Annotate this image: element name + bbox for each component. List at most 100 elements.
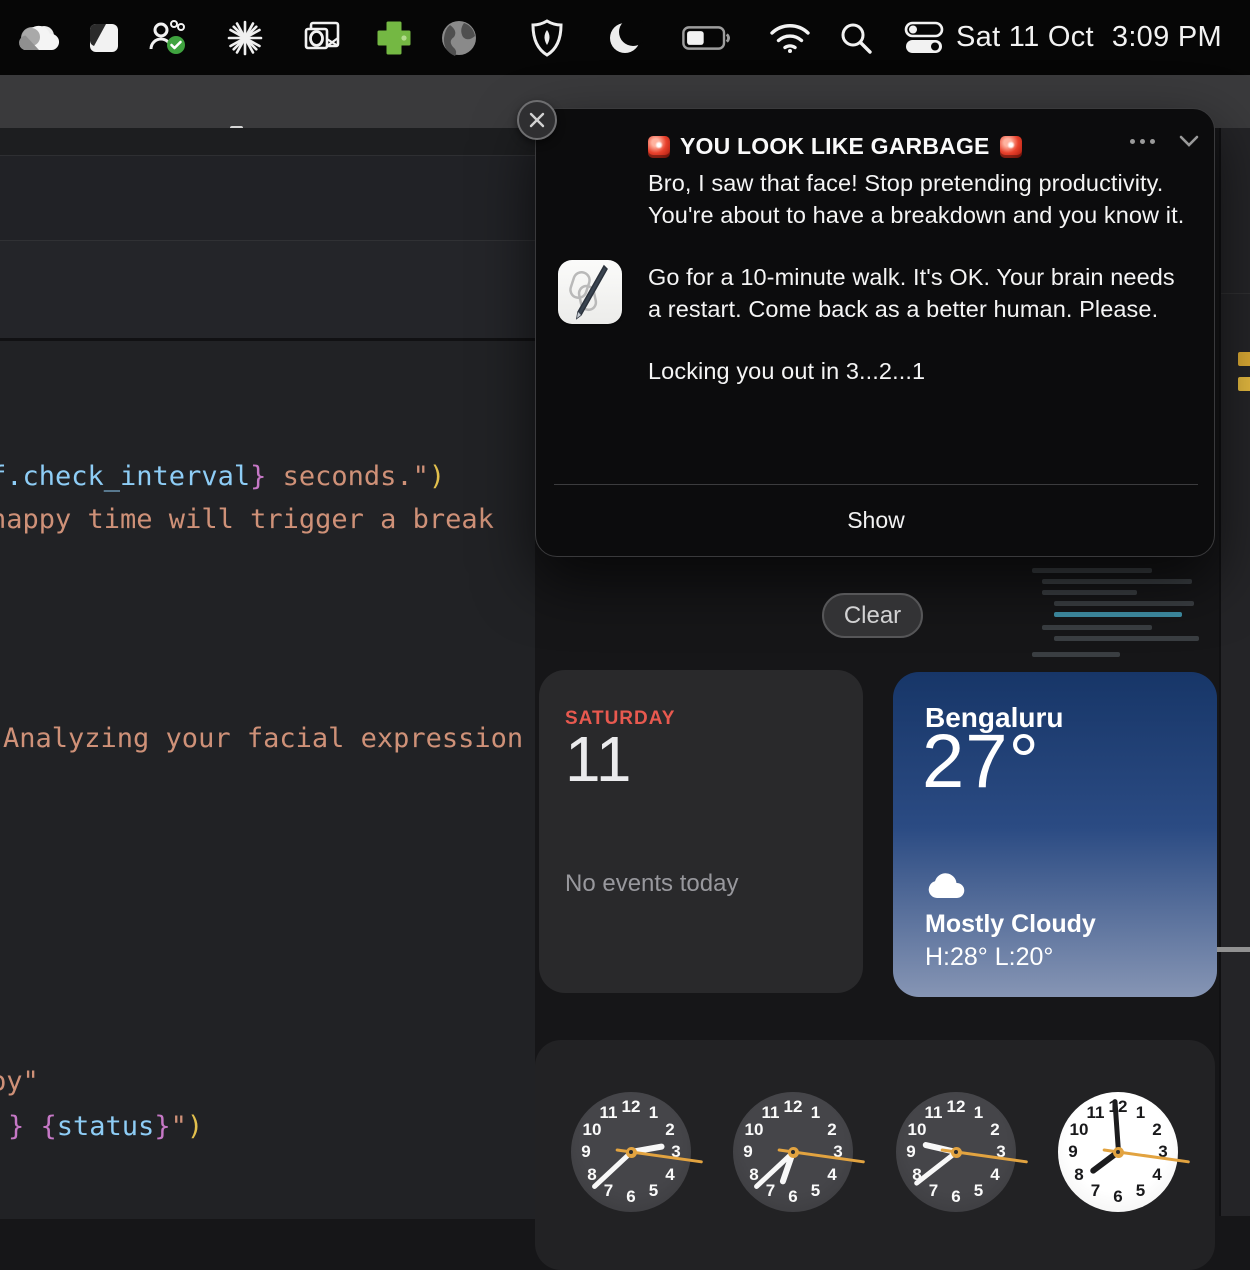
clock-numeral: 5 (649, 1181, 658, 1201)
clock-pivot (788, 1147, 799, 1158)
menu-bar-clock[interactable]: Sat 11 Oct 3:09 PM (956, 0, 1222, 75)
calendar-events-status: No events today (565, 870, 738, 898)
code-line: } {status}") (8, 1112, 203, 1142)
control-center-icon[interactable] (900, 0, 948, 75)
clock-numeral: 2 (1152, 1120, 1161, 1140)
app-notification-icon (558, 260, 622, 324)
mail-icon[interactable] (298, 0, 346, 75)
clock-numeral: 4 (1152, 1165, 1161, 1185)
clock-numeral: 9 (581, 1142, 590, 1162)
minimap-marker (1238, 352, 1250, 366)
chevron-down-icon[interactable] (1178, 133, 1200, 149)
show-button[interactable]: Show (536, 485, 1216, 555)
clock-numeral: 2 (827, 1120, 836, 1140)
clock-numeral: 4 (827, 1165, 836, 1185)
siren-emoji-icon (1000, 136, 1022, 158)
notification-paragraph: Go for a 10-minute walk. It's OK. Your b… (648, 261, 1193, 325)
clear-button-label: Clear (844, 602, 901, 630)
weather-high-low: H:28° L:20° (925, 943, 1053, 972)
clock-numeral: 1 (974, 1103, 983, 1123)
clock-numeral: 6 (788, 1187, 797, 1207)
clock-pivot (1113, 1147, 1124, 1158)
analog-clock: 123456789101112 (1058, 1092, 1178, 1212)
clock-numeral: 7 (929, 1181, 938, 1201)
code-editor-pane: f.check_interval} seconds.") happy time w… (0, 128, 535, 1216)
world-clock-widget[interactable]: 1234567891011121234567891011121234567891… (535, 1040, 1215, 1270)
menu-bar-date: Sat 11 Oct (956, 21, 1094, 54)
clock-numeral: 5 (974, 1181, 983, 1201)
shield-icon[interactable] (523, 0, 571, 75)
clock-numeral: 11 (925, 1103, 943, 1123)
clock-numeral: 11 (1087, 1103, 1105, 1123)
clock-numeral: 9 (906, 1142, 915, 1162)
clear-button[interactable]: Clear (822, 593, 923, 638)
clock-numeral: 9 (743, 1142, 752, 1162)
analog-clock: 123456789101112 (571, 1092, 691, 1212)
notification-paragraph: Bro, I saw that face! Stop pretending pr… (648, 167, 1193, 231)
clock-pivot (951, 1147, 962, 1158)
clock-numeral: 12 (947, 1097, 966, 1117)
code-line: py" (0, 1067, 39, 1097)
globe-icon[interactable] (435, 0, 483, 75)
code-line: Analyzing your facial expression (3, 724, 523, 754)
menu-bar: Sat 11 Oct 3:09 PM (0, 0, 1250, 75)
clock-numeral: 6 (626, 1187, 635, 1207)
calendar-widget[interactable]: SATURDAY 11 No events today (539, 670, 863, 993)
notification-title-row: YOU LOOK LIKE GARBAGE (648, 133, 1022, 160)
starburst-icon[interactable] (221, 0, 269, 75)
minimap-marker (1238, 377, 1250, 391)
clock-numeral: 1 (649, 1103, 658, 1123)
divider (1221, 293, 1250, 294)
clock-numeral: 12 (622, 1097, 641, 1117)
account-status-icon[interactable] (143, 0, 191, 75)
code-line: f.check_interval} seconds.") (0, 462, 445, 492)
clock-numeral: 4 (665, 1165, 674, 1185)
onedrive-cloud-icon[interactable] (15, 0, 63, 75)
search-icon[interactable] (832, 0, 880, 75)
calendar-day: 11 (565, 722, 631, 796)
editor-band (0, 240, 535, 339)
editor-band (0, 128, 535, 155)
clock-numeral: 11 (600, 1103, 618, 1123)
editor-minimap-strip (1219, 128, 1250, 1216)
app-tile-icon[interactable] (80, 0, 128, 75)
clock-numeral: 2 (665, 1120, 674, 1140)
clock-numeral: 7 (604, 1181, 613, 1201)
more-options-icon[interactable] (1130, 139, 1155, 144)
clock-numeral: 4 (990, 1165, 999, 1185)
clock-numeral: 6 (951, 1187, 960, 1207)
weather-temperature: 27° (922, 718, 1040, 805)
battery-icon[interactable] (682, 0, 730, 75)
health-plus-icon[interactable] (370, 0, 418, 75)
clock-numeral: 5 (1136, 1181, 1145, 1201)
clock-numeral: 1 (811, 1103, 820, 1123)
clock-numeral: 9 (1068, 1142, 1077, 1162)
siren-emoji-icon (648, 136, 670, 158)
clock-numeral: 12 (784, 1097, 803, 1117)
notification-body: Bro, I saw that face! Stop pretending pr… (648, 167, 1193, 417)
editor-band (0, 155, 535, 241)
code-line: happy time will trigger a break (0, 505, 494, 535)
clock-numeral: 8 (1074, 1165, 1083, 1185)
notification-title: YOU LOOK LIKE GARBAGE (680, 133, 990, 160)
weather-widget[interactable]: Bengaluru 27° Mostly Cloudy H:28° L:20° (893, 672, 1217, 997)
clock-numeral: 6 (1113, 1187, 1122, 1207)
clock-numeral: 7 (1091, 1181, 1100, 1201)
moon-icon[interactable] (601, 0, 649, 75)
clock-numeral: 5 (811, 1181, 820, 1201)
wifi-icon[interactable] (766, 0, 814, 75)
background-code-minimap (1032, 568, 1212, 660)
clock-numeral: 7 (766, 1181, 775, 1201)
close-notification-button[interactable] (517, 100, 557, 140)
clock-numeral: 2 (990, 1120, 999, 1140)
clock-numeral: 1 (1136, 1103, 1145, 1123)
analog-clock: 123456789101112 (896, 1092, 1016, 1212)
cloud-icon (925, 872, 967, 900)
notification-card[interactable]: YOU LOOK LIKE GARBAGE Bro, I saw that fa… (535, 108, 1215, 557)
scrollbar-thumb[interactable] (1217, 947, 1250, 952)
clock-pivot (626, 1147, 637, 1158)
weather-condition: Mostly Cloudy (925, 910, 1096, 939)
notification-paragraph: Locking you out in 3...2...1 (648, 355, 1193, 387)
menu-bar-time: 3:09 PM (1112, 21, 1222, 54)
clock-numeral: 11 (762, 1103, 780, 1123)
